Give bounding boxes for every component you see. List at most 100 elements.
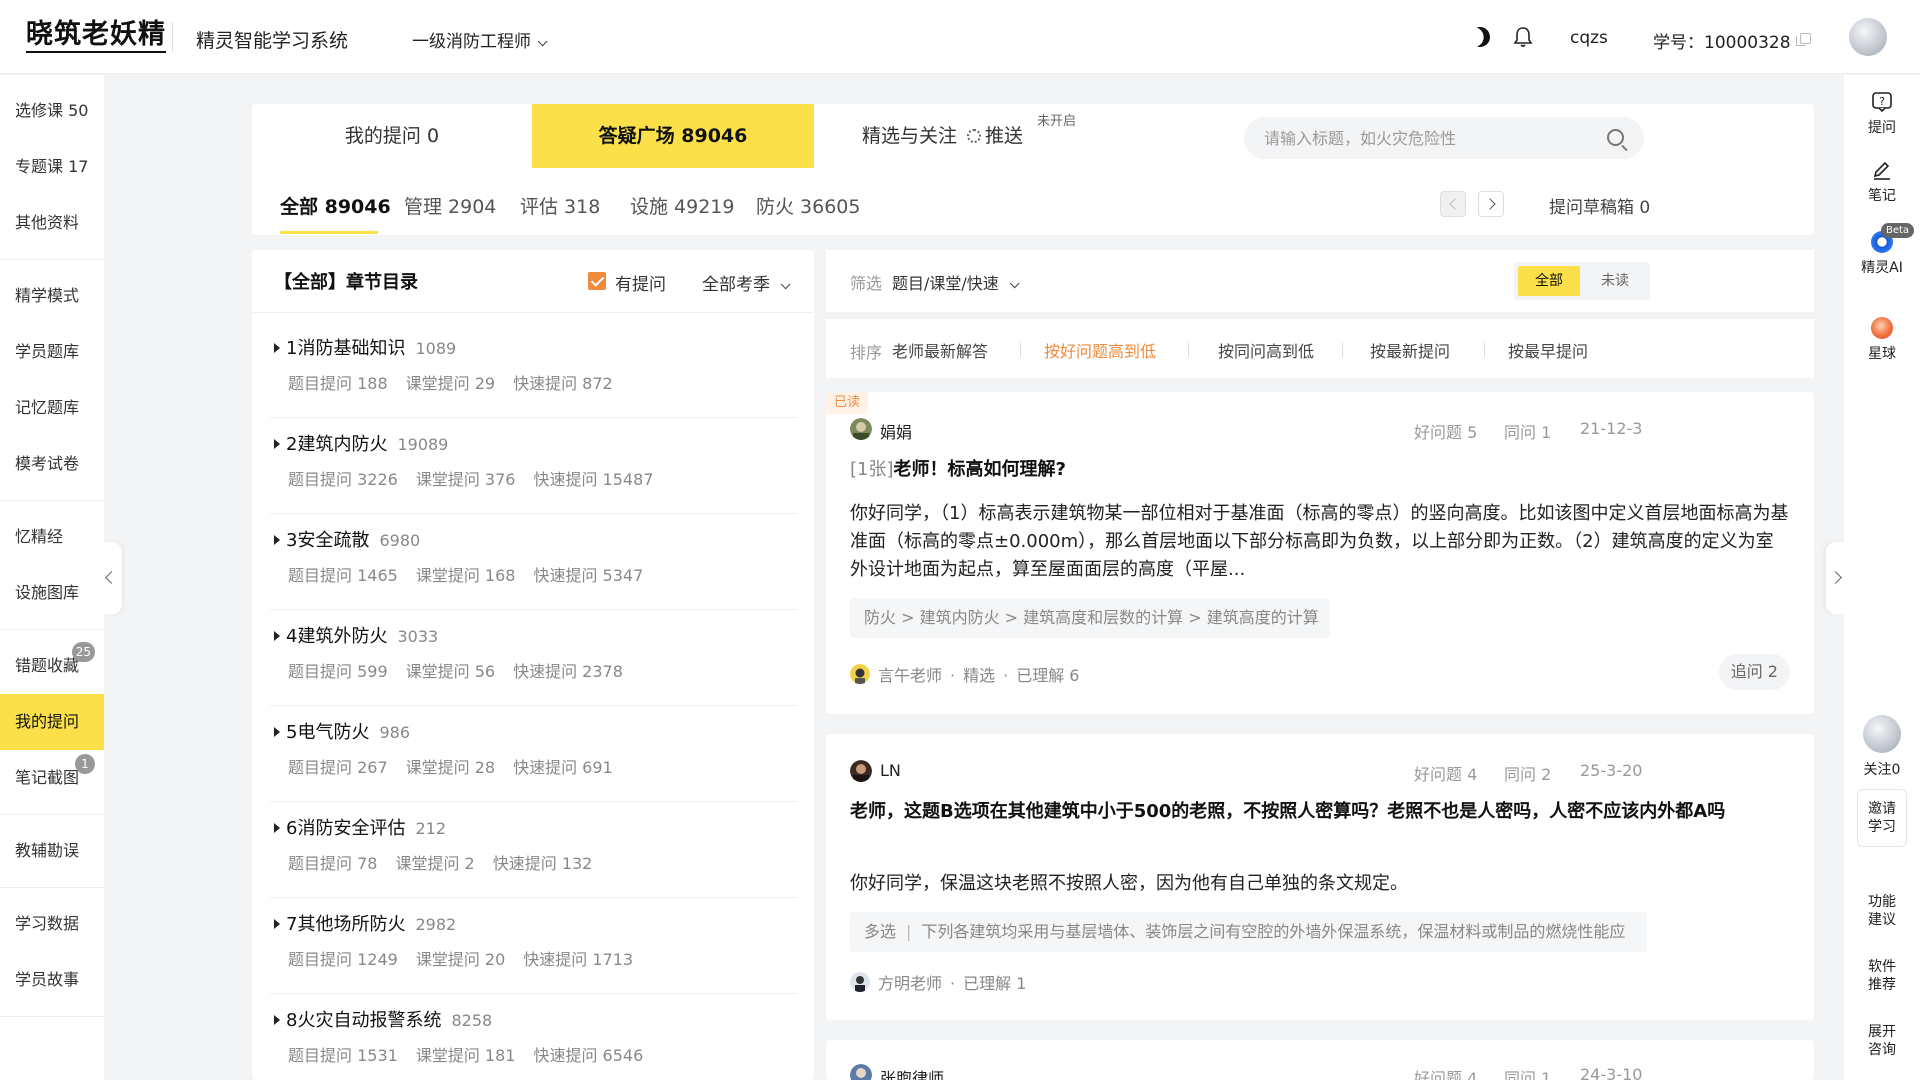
seg-unread[interactable]: 未读 — [1584, 266, 1646, 296]
feature-suggestion-button[interactable]: 功能 建议 — [1844, 893, 1920, 929]
sidebar-item[interactable]: 选修课 50 — [0, 83, 104, 139]
collapse-right-button[interactable] — [1826, 542, 1844, 614]
sidebar-item[interactable]: 教辅勘误 — [0, 823, 104, 879]
sort-option[interactable]: 按最早提问 — [1508, 338, 1588, 362]
tab-card: 我的提问 0 答疑广场 89046 精选与关注 推送 未开启 全部 89046 管理… — [252, 104, 1814, 235]
copy-icon[interactable] — [1796, 33, 1811, 46]
expand-triangle-icon[interactable] — [274, 823, 280, 833]
tab-my-questions[interactable]: 我的提问 0 — [252, 104, 532, 168]
chapter-item[interactable]: 5电气防火 986 题目提问 267 课堂提问 28 快速提问 691 — [270, 706, 798, 802]
prev-page-button[interactable] — [1440, 191, 1466, 217]
sub-tab[interactable]: 防火 36605 — [756, 192, 860, 219]
expand-triangle-icon[interactable] — [274, 1015, 280, 1025]
user-avatar — [850, 418, 872, 440]
sidebar-item[interactable]: 我的提问 — [0, 694, 104, 750]
question-card[interactable]: 已读 娟娟 好问题 5 同问 1 21-12-3 [1张]老师！标高如何理解? … — [826, 392, 1814, 714]
collapse-left-button[interactable] — [104, 542, 122, 614]
dark-mode-icon[interactable] — [1467, 24, 1493, 50]
sidebar-item[interactable]: 其他资料 — [0, 195, 104, 251]
expand-triangle-icon[interactable] — [274, 535, 280, 545]
username[interactable]: cqzs — [1570, 28, 1608, 48]
chapter-count: 2982 — [415, 915, 457, 934]
filter-dropdown[interactable]: 题目/课堂/快速 — [892, 270, 1020, 294]
sort-option[interactable]: 按好问题高到低 — [1044, 338, 1156, 362]
question-source[interactable]: 多选 | 下列各建筑均采用与基层墙体、装饰层之间有空腔的外墙外保温系统，保温材料或制… — [850, 912, 1647, 952]
followup-button[interactable]: 追问 2 — [1718, 654, 1790, 690]
chapter-item[interactable]: 4建筑外防火 3033 题目提问 599 课堂提问 56 快速提问 2378 — [270, 610, 798, 706]
ask-question-button[interactable]: ? 提问 — [1844, 91, 1920, 137]
tab-qa-square[interactable]: 答疑广场 89046 — [532, 104, 814, 168]
chapter-item[interactable]: 6消防安全评估 212 题目提问 78 课堂提问 2 快速提问 132 — [270, 802, 798, 898]
software-line-1: 软件 — [1868, 959, 1896, 975]
sidebar-item[interactable]: 精学模式 — [0, 268, 104, 324]
chapter-item[interactable]: 7其他场所防火 2982 题目提问 1249 课堂提问 20 快速提问 1713 — [270, 898, 798, 994]
expand-triangle-icon[interactable] — [274, 439, 280, 449]
teacher-name[interactable]: 方明老师 — [878, 974, 942, 993]
expand-triangle-icon[interactable] — [274, 919, 280, 929]
sub-tab[interactable]: 评估 318 — [520, 192, 600, 219]
chapter-item[interactable]: 8火灾自动报警系统 8258 题目提问 1531 课堂提问 181 快速提问 6546 — [270, 994, 798, 1080]
chapter-item[interactable]: 2建筑内防火 19089 题目提问 3226 课堂提问 376 快速提问 15487 — [270, 418, 798, 514]
chapter-path[interactable]: 防火 > 建筑内防火 > 建筑高度和层数的计算 > 建筑高度的计算 — [850, 598, 1330, 638]
same-question-count[interactable]: 同问 2 — [1504, 761, 1551, 785]
bell-icon[interactable] — [1513, 26, 1533, 48]
sort-option[interactable]: 老师最新解答 — [892, 338, 988, 362]
search-icon[interactable] — [1607, 129, 1624, 146]
sidebar-item[interactable]: 专题课 17 — [0, 139, 104, 195]
follow-label: 关注0 — [1863, 762, 1901, 778]
good-question-count[interactable]: 好问题 4 — [1414, 1065, 1477, 1080]
sort-option[interactable]: 按最新提问 — [1370, 338, 1450, 362]
answer-text: 你好同学，保温这块老照不按照人密，因为他有自己单独的条文规定。 — [850, 873, 1408, 894]
ai-button[interactable]: Beta 精灵AI — [1844, 223, 1920, 277]
season-selector[interactable]: 全部考季 — [702, 270, 791, 295]
chapter-item[interactable]: 1消防基础知识 1089 题目提问 188 课堂提问 29 快速提问 872 — [270, 322, 798, 418]
search-input[interactable] — [1264, 117, 1594, 159]
sidebar-item[interactable]: 学员题库 — [0, 324, 104, 380]
sidebar-item[interactable]: 模考试卷 — [0, 436, 104, 492]
good-question-count[interactable]: 好问题 4 — [1414, 761, 1477, 785]
teacher-name[interactable]: 言午老师 — [878, 666, 942, 685]
sidebar-item[interactable]: 学习数据 — [0, 896, 104, 952]
has-question-label[interactable]: 有提问 — [615, 270, 666, 295]
sub-tab[interactable]: 管理 2904 — [404, 192, 496, 219]
logo[interactable]: 晓筑老妖精 — [26, 20, 166, 53]
notes-button[interactable]: 笔记 — [1844, 159, 1920, 205]
consult-button[interactable]: 展开 咨询 — [1844, 1023, 1920, 1059]
sub-tab[interactable]: 设施 49219 — [630, 192, 734, 219]
has-question-checkbox[interactable] — [588, 272, 606, 290]
question-card[interactable]: LN 好问题 4 同问 2 25-3-20 老师，这题B选项在其他建筑中小于50… — [826, 734, 1814, 1020]
sidebar-item[interactable]: 学员故事 — [0, 952, 104, 1008]
follow-button[interactable]: 关注0 — [1844, 715, 1920, 779]
question-title[interactable]: 老师，这题B选项在其他建筑中小于500的老照，不按照人密算吗？老照不也是人密吗，… — [850, 798, 1790, 826]
user-name[interactable]: 娟娟 — [880, 419, 912, 443]
chapter-stat: 题目提问 1249 — [288, 950, 398, 969]
sort-option[interactable]: 按同问高到低 — [1218, 338, 1314, 362]
expand-triangle-icon[interactable] — [274, 727, 280, 737]
invite-button[interactable]: 邀请 学习 — [1857, 789, 1907, 847]
question-title[interactable]: [1张]老师！标高如何理解? — [850, 456, 1790, 484]
chapter-item[interactable]: 3安全疏散 6980 题目提问 1465 课堂提问 168 快速提问 5347 — [270, 514, 798, 610]
sidebar-item[interactable]: 记忆题库 — [0, 380, 104, 436]
avatar[interactable] — [1849, 18, 1887, 56]
sidebar-item[interactable]: 错题收藏 25 — [0, 638, 104, 694]
good-question-count[interactable]: 好问题 5 — [1414, 419, 1477, 443]
same-question-count[interactable]: 同问 1 — [1504, 1065, 1551, 1080]
sidebar-item[interactable]: 设施图库 — [0, 565, 104, 621]
expand-triangle-icon[interactable] — [274, 631, 280, 641]
user-name[interactable]: LN — [880, 761, 901, 780]
sidebar-item[interactable]: 忆精经 — [0, 509, 104, 565]
sidebar-item[interactable]: 笔记截图 1 — [0, 750, 104, 806]
planet-button[interactable]: 星球 — [1844, 317, 1920, 363]
next-page-button[interactable] — [1478, 191, 1504, 217]
sub-tab[interactable]: 全部 89046 — [280, 192, 391, 219]
course-selector[interactable]: 一级消防工程师 — [412, 27, 548, 52]
same-question-count[interactable]: 同问 1 — [1504, 419, 1551, 443]
expand-triangle-icon[interactable] — [274, 343, 280, 353]
software-recommend-button[interactable]: 软件 推荐 — [1844, 958, 1920, 994]
question-card[interactable]: 张煦律师 好问题 4 同问 1 24-3-10 — [826, 1040, 1814, 1080]
drafts-link[interactable]: 提问草稿箱 0 — [1549, 193, 1650, 218]
chapter-stat: 快速提问 2378 — [513, 662, 623, 681]
seg-all[interactable]: 全部 — [1518, 266, 1580, 296]
user-name[interactable]: 张煦律师 — [880, 1065, 944, 1080]
sidebar-item-label: 模考试卷 — [15, 454, 80, 473]
